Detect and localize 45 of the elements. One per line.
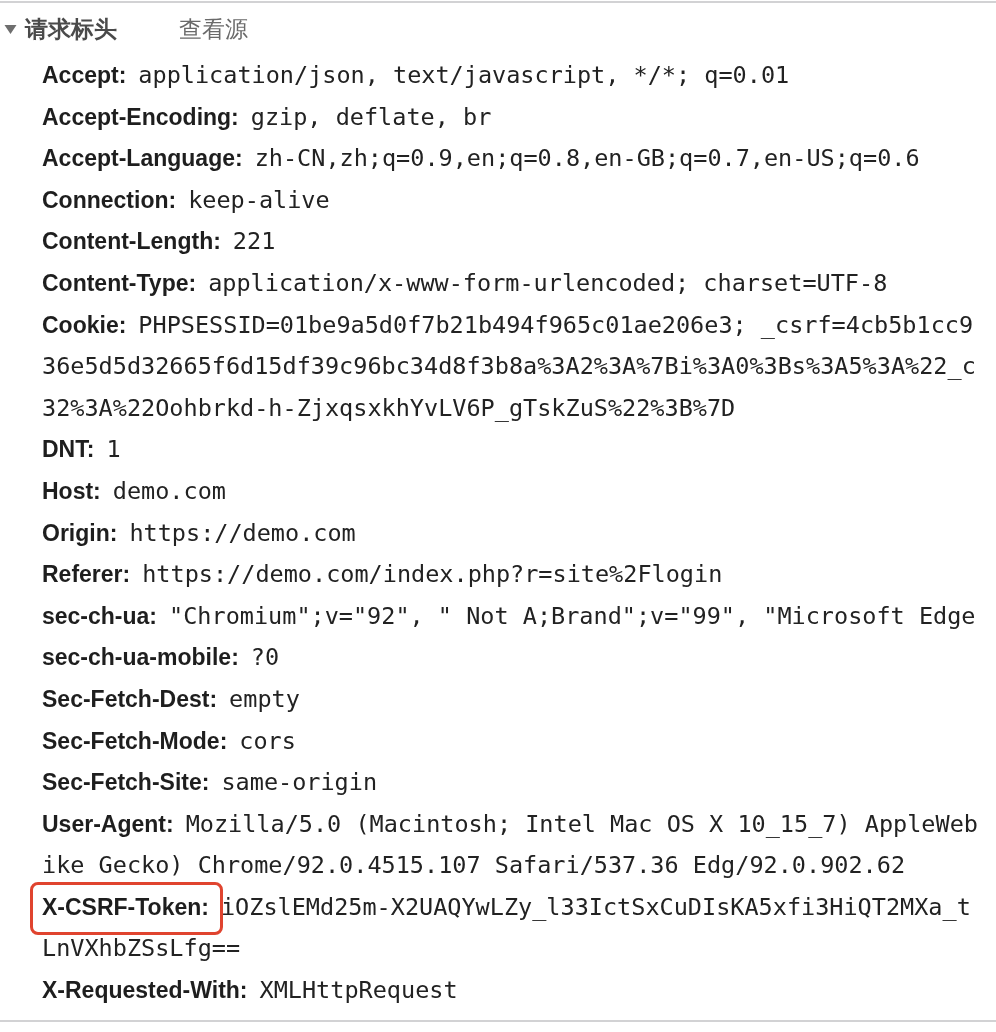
header-name: X-CSRF-Token: bbox=[42, 893, 209, 920]
header-name: Sec-Fetch-Site: bbox=[42, 769, 210, 796]
disclosure-triangle-icon[interactable] bbox=[4, 23, 17, 35]
header-name: User-Agent: bbox=[42, 810, 174, 837]
header-value: keep-alive bbox=[188, 185, 330, 214]
header-name: Accept: bbox=[42, 62, 127, 88]
header-value: "Chromium";v="92", " Not A;Brand";v="99", "Microsoft Edge bbox=[169, 601, 976, 630]
header-name: sec-ch-ua: bbox=[42, 602, 158, 629]
header-name: Host: bbox=[42, 477, 101, 504]
header-name: Content-Type: bbox=[42, 269, 197, 296]
header-value: PHPSESSID=01be9a5d0f7b21b494f965c01ae206e3; _csrf=4cb5b1cc9 bbox=[138, 310, 974, 339]
header-value: LnVXhbZSsLfg== bbox=[42, 934, 241, 963]
header-value: 1 bbox=[106, 435, 121, 464]
header-value: iOZslEMd25m-X2UAQYwLZy_l33IctSxCuDIsKA5xfi3HiQT2MXa_t bbox=[220, 892, 971, 921]
header-name: Accept-Language: bbox=[42, 145, 243, 172]
view-source-link[interactable]: 查看源 bbox=[179, 13, 248, 45]
header-value: XMLHttpRequest bbox=[259, 976, 458, 1005]
header-value: 32%3A%22Oohbrkd-h-ZjxqsxkhYvLV6P_gTskZuS%22%3B%7D bbox=[42, 393, 736, 422]
header-value: https://demo.com bbox=[129, 518, 356, 547]
header-name: Referer: bbox=[42, 561, 131, 588]
header-value: application/json, text/javascript, */*; q=0.01 bbox=[138, 61, 790, 89]
header-name: Content-Length: bbox=[42, 228, 221, 255]
header-value: ike Gecko) Chrome/92.0.4515.107 Safari/537.36 Edg/92.0.902.62 bbox=[42, 851, 906, 880]
header-name: Cookie: bbox=[42, 311, 127, 338]
section-title[interactable]: 请求标头 bbox=[25, 13, 117, 45]
header-value: https://demo.com/index.php?r=site%2Flogin bbox=[142, 560, 723, 589]
header-value: ?0 bbox=[250, 643, 280, 672]
header-name: sec-ch-ua-mobile: bbox=[42, 644, 239, 671]
header-value: same-origin bbox=[221, 768, 378, 797]
header-name: Connection: bbox=[42, 186, 177, 213]
header-value: empty bbox=[229, 684, 300, 713]
header-name: Sec-Fetch-Mode: bbox=[42, 727, 228, 754]
header-value: 36e5d5d32665f6d15df39c96bc34d8f3b8a%3A2%3A%7Bi%3A0%3Bs%3A5%3A%22_c bbox=[42, 352, 976, 381]
header-value: 221 bbox=[232, 227, 276, 256]
header-name: X-Requested-With: bbox=[42, 977, 248, 1004]
header-name: Origin: bbox=[42, 519, 118, 546]
header-name: Sec-Fetch-Dest: bbox=[42, 685, 218, 712]
header-name: DNT: bbox=[42, 436, 95, 463]
header-value: application/x-www-form-urlencoded; charset=UTF-8 bbox=[208, 268, 888, 297]
header-value: demo.com bbox=[112, 476, 226, 505]
header-name: Accept-Encoding: bbox=[42, 103, 239, 130]
header-value: zh-CN,zh;q=0.9,en;q=0.8,en-GB;q=0.7,en-US;q=0.6 bbox=[254, 144, 920, 173]
header-value: cors bbox=[239, 726, 296, 755]
header-value: gzip, deflate, br bbox=[250, 102, 492, 131]
header-value: Mozilla/5.0 (Macintosh; Intel Mac OS X 10_15_7) AppleWeb bbox=[185, 809, 978, 838]
